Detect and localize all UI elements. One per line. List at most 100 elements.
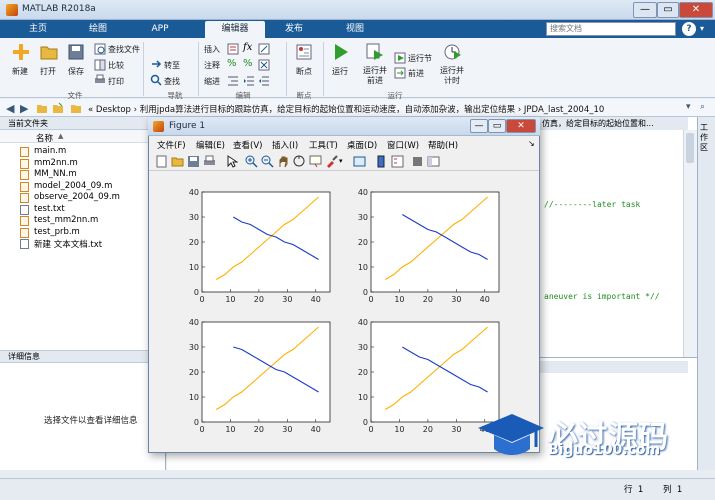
open-folder-icon[interactable] xyxy=(40,44,58,60)
collapse-ribbon-icon[interactable]: ▾ xyxy=(700,24,710,34)
tab-editor[interactable]: 编辑器 xyxy=(205,21,265,38)
file-list-item[interactable]: main.m xyxy=(34,146,66,157)
save-button[interactable]: 保存 xyxy=(68,66,84,77)
minimize-button[interactable]: — xyxy=(633,2,657,18)
zoom-out-icon[interactable] xyxy=(261,155,274,168)
name-column-label[interactable]: 名称 xyxy=(36,132,53,144)
tab-publish[interactable]: 发布 xyxy=(274,21,314,38)
figure-close-button[interactable]: ✕ xyxy=(506,119,536,133)
smart-indent-icon[interactable] xyxy=(227,75,239,87)
new-figure-icon[interactable] xyxy=(155,155,168,168)
forward-arrow-icon[interactable]: ▶ xyxy=(20,102,28,115)
pointer-icon[interactable] xyxy=(225,155,238,168)
new-icon[interactable] xyxy=(12,43,30,61)
breakpoints-icon[interactable] xyxy=(296,44,312,60)
file-list-item[interactable]: observe_2004_09.m xyxy=(34,192,120,203)
advance-icon[interactable] xyxy=(394,67,406,79)
show-plot-tools-icon[interactable] xyxy=(427,155,440,168)
open-button[interactable]: 打开 xyxy=(40,66,56,77)
breakpoints-button[interactable]: 断点 xyxy=(296,66,312,77)
figure-maximize-button[interactable]: ▭ xyxy=(488,119,506,133)
find-files-icon[interactable] xyxy=(94,43,106,55)
path-dropdown-icon[interactable]: ▾ xyxy=(686,102,691,112)
search-path-icon[interactable]: ⌕ xyxy=(700,102,705,112)
file-list-item[interactable]: test_prb.m xyxy=(34,227,80,238)
figure-minimize-button[interactable]: — xyxy=(470,119,488,133)
file-list-item[interactable]: test_mm2nn.m xyxy=(34,215,98,226)
run-icon[interactable] xyxy=(333,43,349,61)
decrease-indent-icon[interactable] xyxy=(258,75,270,87)
up-folder-icon[interactable] xyxy=(36,102,48,114)
menu-insert[interactable]: 插入(I) xyxy=(272,139,298,151)
pan-hand-icon[interactable] xyxy=(277,155,290,168)
editor-tab[interactable]: 仿真，给定目标的起始位置和... xyxy=(540,117,688,130)
insert-section-icon[interactable] xyxy=(227,43,239,55)
find-files-button[interactable]: 查找文件 xyxy=(108,44,140,55)
indent-button[interactable]: 缩进 xyxy=(204,76,220,87)
menu-view[interactable]: 查看(V) xyxy=(233,139,262,151)
print-button[interactable]: 打印 xyxy=(108,76,124,87)
back-arrow-icon[interactable]: ◀ xyxy=(6,102,14,115)
find-icon[interactable] xyxy=(150,74,162,86)
brush-icon[interactable] xyxy=(325,155,338,168)
insert-button[interactable]: 插入 xyxy=(204,44,220,55)
run-section-icon[interactable] xyxy=(394,52,406,64)
file-list-item[interactable]: test.txt xyxy=(34,204,65,215)
insert-colorbar-icon[interactable] xyxy=(375,155,388,168)
insert-legend-icon[interactable] xyxy=(391,155,404,168)
folder-path-breadcrumb[interactable]: « Desktop › 利用jpda算法进行目标的跟踪仿真，给定目标的起始位置和… xyxy=(88,103,604,115)
advance-button[interactable]: 前进 xyxy=(408,68,424,79)
comment-percent-icon[interactable]: % xyxy=(227,58,237,69)
wrap-comment-icon[interactable]: % xyxy=(243,58,253,69)
print-figure-icon[interactable] xyxy=(203,155,216,168)
save-figure-icon[interactable] xyxy=(187,155,200,168)
new-button[interactable]: 新建 xyxy=(12,66,28,77)
file-list-item[interactable]: 新建 文本文档.txt xyxy=(34,238,102,250)
close-button[interactable]: ✕ xyxy=(679,2,713,18)
increase-indent-icon[interactable] xyxy=(243,75,255,87)
print-icon[interactable] xyxy=(94,74,106,86)
find-button[interactable]: 查找 xyxy=(164,76,180,87)
file-list-column-header[interactable] xyxy=(0,130,166,143)
file-list-item[interactable]: mm2nn.m xyxy=(34,158,78,169)
go-to-button[interactable]: 转至 xyxy=(164,60,180,71)
menu-help[interactable]: 帮助(H) xyxy=(428,139,458,151)
menu-desktop[interactable]: 桌面(D) xyxy=(347,139,377,151)
workspace-label[interactable]: 工作区 xyxy=(700,123,712,153)
compare-button[interactable]: 比较 xyxy=(108,60,124,71)
data-cursor-icon[interactable] xyxy=(309,155,322,168)
comment-button[interactable]: 注释 xyxy=(204,60,220,71)
editor-scroll-thumb[interactable] xyxy=(686,133,694,163)
maximize-button[interactable]: ▭ xyxy=(657,2,679,18)
zoom-in-icon[interactable] xyxy=(245,155,258,168)
tab-apps[interactable]: APP xyxy=(140,21,180,38)
tab-plots[interactable]: 绘图 xyxy=(78,21,118,38)
tab-home[interactable]: 主页 xyxy=(18,21,58,38)
link-plot-icon[interactable] xyxy=(353,155,366,168)
run-and-advance-button[interactable]: 运行并 前进 xyxy=(363,66,387,86)
brush-dropdown-icon[interactable]: ▾ xyxy=(339,157,343,165)
open-file-icon[interactable] xyxy=(171,155,184,168)
menu-file[interactable]: 文件(F) xyxy=(157,139,186,151)
run-and-advance-icon[interactable] xyxy=(366,43,384,61)
menu-edit[interactable]: 编辑(E) xyxy=(196,139,225,151)
file-list-item[interactable]: MM_NN.m xyxy=(34,169,77,180)
search-documentation-input[interactable]: 搜索文档 xyxy=(546,22,676,36)
insert-function-button[interactable]: fx xyxy=(243,42,252,53)
menu-window[interactable]: 窗口(W) xyxy=(387,139,419,151)
run-and-time-button[interactable]: 运行并 计时 xyxy=(440,66,464,86)
compare-icon[interactable] xyxy=(94,59,106,71)
rotate-3d-icon[interactable] xyxy=(293,155,306,168)
file-list-item[interactable]: model_2004_09.m xyxy=(34,181,112,192)
hide-plot-tools-icon[interactable] xyxy=(411,155,424,168)
browse-folder-icon[interactable] xyxy=(52,102,64,114)
menu-tools[interactable]: 工具(T) xyxy=(309,139,338,151)
editor-scrollbar[interactable] xyxy=(683,130,697,357)
edit-cell-icon[interactable] xyxy=(258,43,270,55)
menu-dock-arrow-icon[interactable]: ↘ xyxy=(528,139,535,148)
run-and-time-icon[interactable] xyxy=(444,43,462,61)
help-icon[interactable]: ? xyxy=(682,22,696,36)
run-section-button[interactable]: 运行节 xyxy=(408,53,432,64)
save-icon[interactable] xyxy=(68,44,84,60)
tab-view[interactable]: 视图 xyxy=(335,21,375,38)
